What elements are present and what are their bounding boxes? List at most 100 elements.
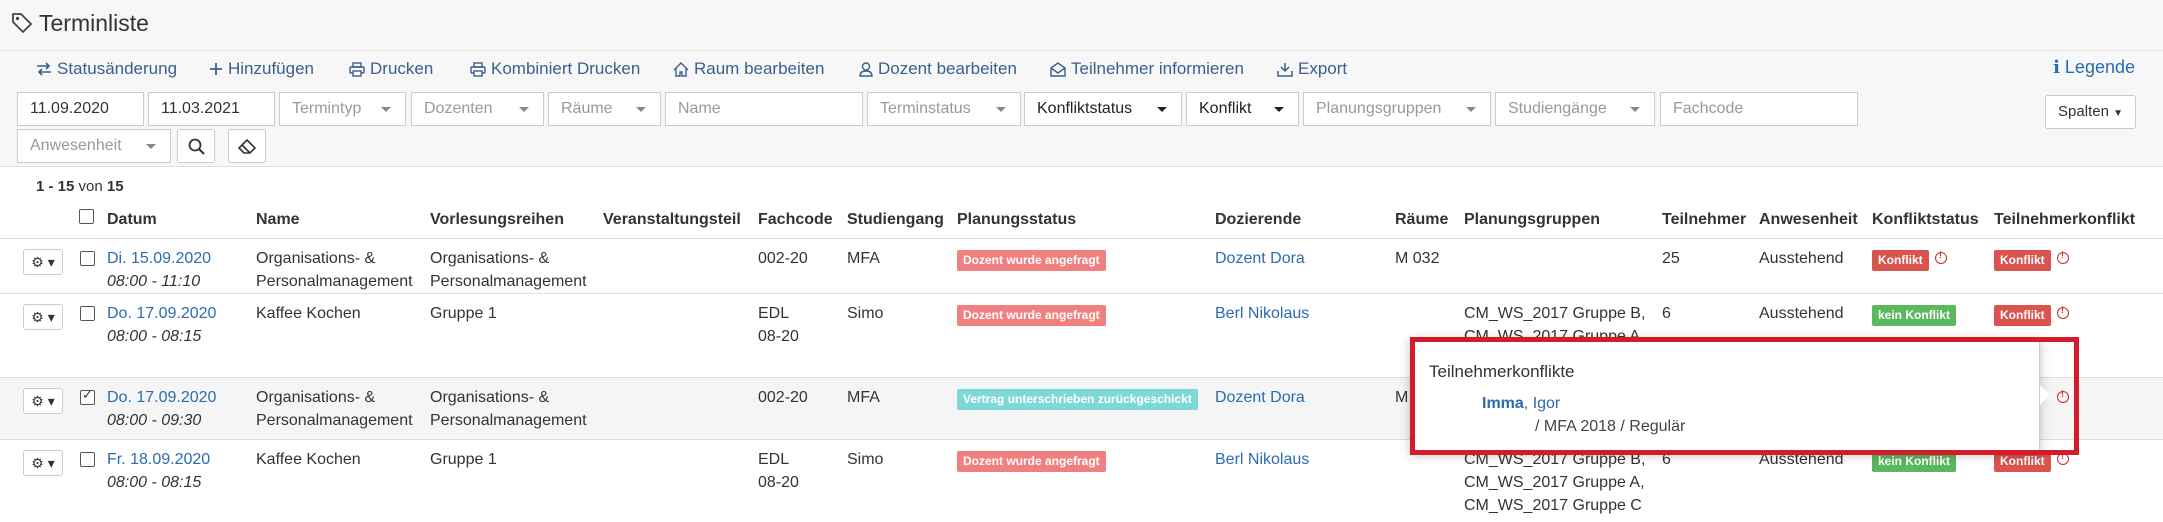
notify-participants-button[interactable]: Teilnehmer informieren: [1050, 59, 1244, 79]
teilnehmerkonflikt-badge: Konflikt: [1994, 305, 2051, 326]
add-label: Hinzufügen: [228, 59, 315, 78]
anwesenheit-select[interactable]: Anwesenheit: [17, 129, 171, 163]
row-checkbox[interactable]: [80, 452, 95, 467]
name-input[interactable]: Name: [665, 92, 863, 126]
fachcode-text: 002-20: [758, 389, 808, 406]
info-icon[interactable]: [1935, 250, 1947, 264]
dozent-link[interactable]: Dozent Dora: [1215, 247, 1305, 270]
home-icon: [673, 61, 689, 77]
row-checkbox[interactable]: [80, 251, 95, 266]
gear-icon: ⚙ ▾: [31, 308, 55, 325]
row-checkbox[interactable]: [80, 306, 95, 321]
combined-print-button[interactable]: Kombiniert Drucken: [470, 59, 640, 79]
search-button[interactable]: [177, 129, 215, 163]
info-icon[interactable]: [2057, 250, 2069, 264]
edit-lecturer-label: Dozent bearbeiten: [878, 59, 1017, 78]
status-change-button[interactable]: Statusänderung: [36, 59, 177, 79]
eraser-icon: [238, 138, 256, 154]
fachcode-text: 08-20: [758, 474, 799, 491]
col-vorlesungsreihen[interactable]: Vorlesungsreihen: [430, 211, 564, 229]
planungsgruppen-select[interactable]: Planungsgruppen: [1303, 92, 1491, 126]
col-dozierende[interactable]: Dozierende: [1215, 211, 1301, 229]
col-veranstaltungsteil[interactable]: Veranstaltungsteil: [603, 211, 741, 229]
planungsstatus-badge: Dozent wurde angefragt: [957, 451, 1106, 472]
date-to-input[interactable]: 11.03.2021: [148, 92, 275, 126]
konflikt-select[interactable]: Konflikt: [1186, 92, 1299, 126]
studiengaenge-select[interactable]: Studiengänge: [1495, 92, 1655, 126]
columns-button[interactable]: Spalten ▼: [2045, 95, 2136, 129]
date-link[interactable]: Do. 17.09.2020: [107, 302, 216, 325]
col-fachcode[interactable]: Fachcode: [758, 211, 833, 229]
legend-label: Legende: [2064, 57, 2135, 77]
toolbar: Statusänderung Hinzufügen Drucken Kombin…: [0, 51, 2163, 91]
dozent-link[interactable]: Dozent Dora: [1215, 386, 1305, 409]
print-button[interactable]: Drucken: [349, 59, 433, 79]
legend-link[interactable]: i Legende: [2053, 57, 2135, 78]
edit-room-button[interactable]: Raum bearbeiten: [673, 59, 824, 79]
date-link[interactable]: Fr. 18.09.2020: [107, 448, 210, 471]
terminstatus-select[interactable]: Terminstatus: [867, 92, 1021, 126]
filter-bar: 11.09.2020 11.03.2021 Termintyp Dozenten…: [0, 90, 2163, 167]
info-icon: i: [2053, 57, 2060, 78]
col-teilnehmer[interactable]: Teilnehmer: [1662, 211, 1746, 229]
gear-icon: ⚙ ▾: [31, 392, 55, 409]
date-link[interactable]: Do. 17.09.2020: [107, 386, 216, 409]
reihe-line: Gruppe 1: [430, 305, 497, 322]
date-from-input[interactable]: 11.09.2020: [17, 92, 144, 126]
studiengang-text: Simo: [847, 305, 884, 322]
reihe-line: Organisations- &: [430, 389, 550, 406]
info-icon[interactable]: [2057, 305, 2069, 319]
select-all-checkbox[interactable]: [79, 209, 94, 224]
dozent-link[interactable]: Berl Nikolaus: [1215, 302, 1309, 325]
col-anwesenheit[interactable]: Anwesenheit: [1759, 211, 1858, 229]
date-link[interactable]: Di. 15.09.2020: [107, 247, 211, 270]
termintyp-select[interactable]: Termintyp: [279, 92, 406, 126]
export-button[interactable]: Export: [1277, 59, 1347, 79]
col-raeume[interactable]: Räume: [1395, 211, 1448, 229]
fachcode-text: EDL: [758, 451, 790, 468]
edit-lecturer-button[interactable]: Dozent bearbeiten: [859, 59, 1017, 79]
row-actions-button[interactable]: ⚙ ▾: [23, 249, 63, 275]
dozenten-select[interactable]: Dozenten: [411, 92, 544, 126]
clear-filter-button[interactable]: [228, 129, 266, 163]
user-icon: [859, 61, 873, 77]
download-icon: [1277, 62, 1293, 77]
col-name[interactable]: Name: [256, 211, 300, 229]
dozent-link[interactable]: Berl Nikolaus: [1215, 448, 1309, 471]
planungsstatus-badge: Dozent wurde angefragt: [957, 250, 1106, 271]
col-teilnehmerkonflikt[interactable]: Teilnehmerkonflikt: [1994, 211, 2135, 229]
status-change-label: Statusänderung: [57, 59, 178, 78]
teilnehmer-text: 25: [1662, 250, 1680, 267]
gear-icon: ⚙ ▾: [31, 454, 55, 471]
checkmark-icon: ✓: [82, 387, 93, 402]
row-actions-button[interactable]: ⚙ ▾: [23, 388, 63, 414]
col-planungsstatus[interactable]: Planungsstatus: [957, 211, 1076, 229]
row-actions-button[interactable]: ⚙ ▾: [23, 304, 63, 330]
reihe-line: Personalmanagement: [430, 412, 587, 429]
print-label: Drucken: [370, 59, 434, 78]
konfliktstatus-select[interactable]: Konfliktstatus: [1024, 92, 1182, 126]
col-planungsgruppen[interactable]: Planungsgruppen: [1464, 211, 1600, 229]
plus-icon: [210, 63, 222, 75]
gruppe-line: CM_WS_2017 Gruppe B,: [1464, 305, 1646, 322]
reihe-line: Organisations- &: [430, 250, 550, 267]
col-konfliktstatus[interactable]: Konfliktstatus: [1872, 211, 1979, 229]
time-text: 08:00 - 09:30: [107, 412, 202, 429]
row-checkbox[interactable]: ✓: [80, 387, 95, 405]
fachcode-text: 08-20: [758, 328, 799, 345]
caret-down-icon: ▼: [2113, 108, 2123, 119]
add-button[interactable]: Hinzufügen: [209, 59, 314, 79]
raeume-select[interactable]: Räume: [548, 92, 661, 126]
edit-room-label: Raum bearbeiten: [694, 59, 825, 78]
studiengang-text: MFA: [847, 389, 880, 406]
col-datum[interactable]: Datum: [107, 211, 157, 229]
reihe-line: Personalmanagement: [430, 273, 587, 290]
tag-icon: [10, 11, 34, 40]
fachcode-input[interactable]: Fachcode: [1660, 92, 1858, 126]
col-studiengang[interactable]: Studiengang: [847, 211, 944, 229]
row-actions-button[interactable]: ⚙ ▾: [23, 450, 63, 476]
planungsstatus-badge: Dozent wurde angefragt: [957, 305, 1106, 326]
export-label: Export: [1298, 59, 1348, 78]
time-text: 08:00 - 08:15: [107, 328, 202, 345]
notify-participants-label: Teilnehmer informieren: [1071, 59, 1244, 78]
